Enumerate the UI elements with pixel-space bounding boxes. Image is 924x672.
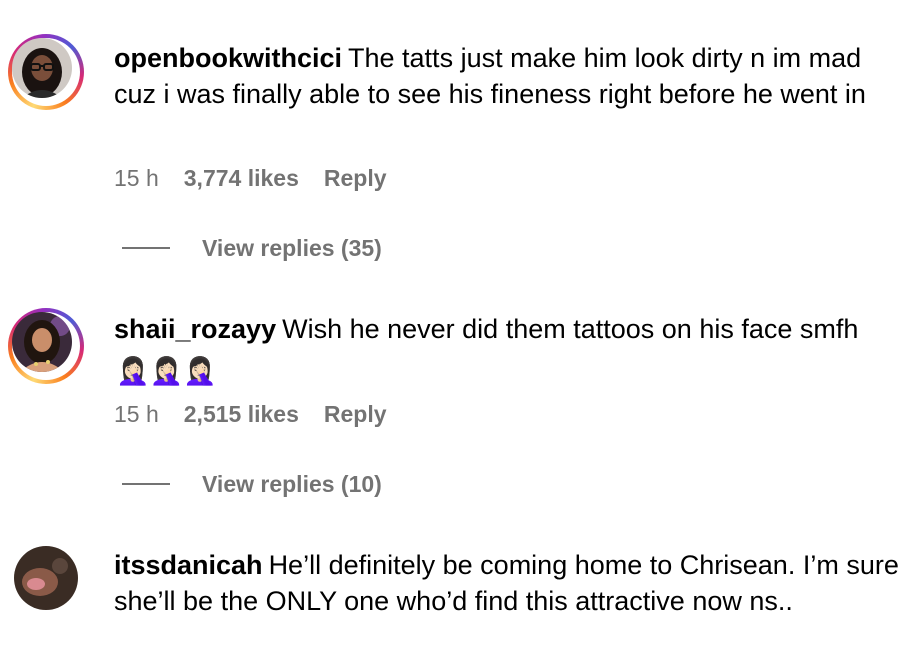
comment-text: shaii_rozayy Wish he never did them tatto… (114, 311, 904, 389)
comment-time[interactable]: 15 h (114, 401, 159, 428)
comment-text: openbookwithcici The tatts just make him … (114, 40, 904, 112)
comment-meta: 15 h 2,515 likes Reply (114, 399, 387, 429)
reply-button[interactable]: Reply (324, 401, 387, 428)
view-replies-button[interactable]: View replies (10) (122, 469, 382, 499)
facepalm-emoji: 🤦🏻‍♀️🤦🏻‍♀️🤦🏻‍♀️ (116, 356, 217, 386)
comment-time[interactable]: 15 h (114, 165, 159, 192)
avatar (12, 312, 72, 372)
comment-body: Wish he never did them tattoos on his fa… (282, 314, 859, 344)
view-replies-label: View replies (35) (202, 234, 382, 261)
comment-likes[interactable]: 2,515 likes (184, 401, 299, 428)
comment-username[interactable]: shaii_rozayy (114, 314, 276, 344)
comment-text: itssdanicah He’ll definitely be coming ho… (114, 547, 904, 619)
view-replies-label: View replies (10) (202, 470, 382, 497)
avatar[interactable] (14, 546, 78, 610)
comment-likes[interactable]: 3,774 likes (184, 165, 299, 192)
comment-username[interactable]: openbookwithcici (114, 43, 342, 73)
divider-line (122, 247, 170, 249)
avatar-story-ring[interactable] (8, 34, 84, 110)
reply-button[interactable]: Reply (324, 165, 387, 192)
view-replies-button[interactable]: View replies (35) (122, 233, 382, 263)
avatar-story-ring[interactable] (8, 308, 84, 384)
comments-list: openbookwithcici The tatts just make him … (0, 0, 924, 672)
comment-meta: 15 h 3,774 likes Reply (114, 163, 387, 193)
comment-username[interactable]: itssdanicah (114, 550, 263, 580)
avatar (12, 38, 72, 98)
divider-line (122, 483, 170, 485)
